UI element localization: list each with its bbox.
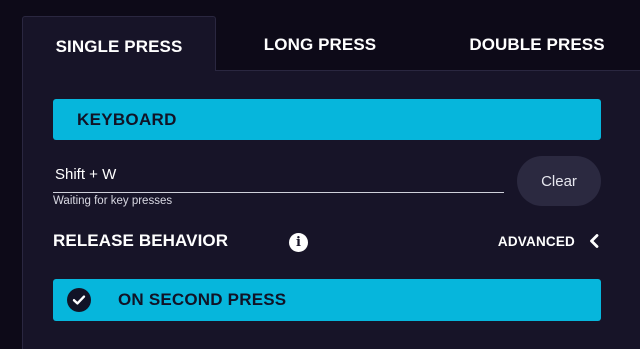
chevron-left-icon <box>587 233 601 249</box>
tab-long-press[interactable]: LONG PRESS <box>240 16 400 74</box>
single-press-panel: KEYBOARD Waiting for key presses Clear R… <box>22 70 640 349</box>
clear-button[interactable]: Clear <box>517 156 601 206</box>
advanced-toggle[interactable]: ADVANCED <box>498 233 601 249</box>
check-circle-icon <box>67 288 91 312</box>
tab-double-press[interactable]: DOUBLE PRESS <box>434 16 640 74</box>
key-combination-input[interactable] <box>53 157 504 191</box>
key-input-helper-text: Waiting for key presses <box>53 195 173 207</box>
advanced-label: ADVANCED <box>497 233 575 249</box>
press-settings-screen: SINGLE PRESS LONG PRESS DOUBLE PRESS KEY… <box>0 0 640 349</box>
release-behavior-header: RELEASE BEHAVIOR i ADVANCED <box>53 229 601 257</box>
release-option-on-second-press[interactable]: ON SECOND PRESS <box>53 279 601 321</box>
key-input-container <box>53 157 504 193</box>
clear-button-label: Clear <box>541 172 577 190</box>
press-type-tabs: SINGLE PRESS LONG PRESS DOUBLE PRESS <box>22 16 640 71</box>
action-type-selector[interactable]: KEYBOARD <box>53 99 601 140</box>
release-behavior-title: RELEASE BEHAVIOR <box>53 231 229 250</box>
action-type-label: KEYBOARD <box>77 109 177 129</box>
tab-single-press[interactable]: SINGLE PRESS <box>22 16 216 71</box>
release-option-label: ON SECOND PRESS <box>118 290 287 309</box>
info-icon[interactable]: i <box>289 233 308 252</box>
